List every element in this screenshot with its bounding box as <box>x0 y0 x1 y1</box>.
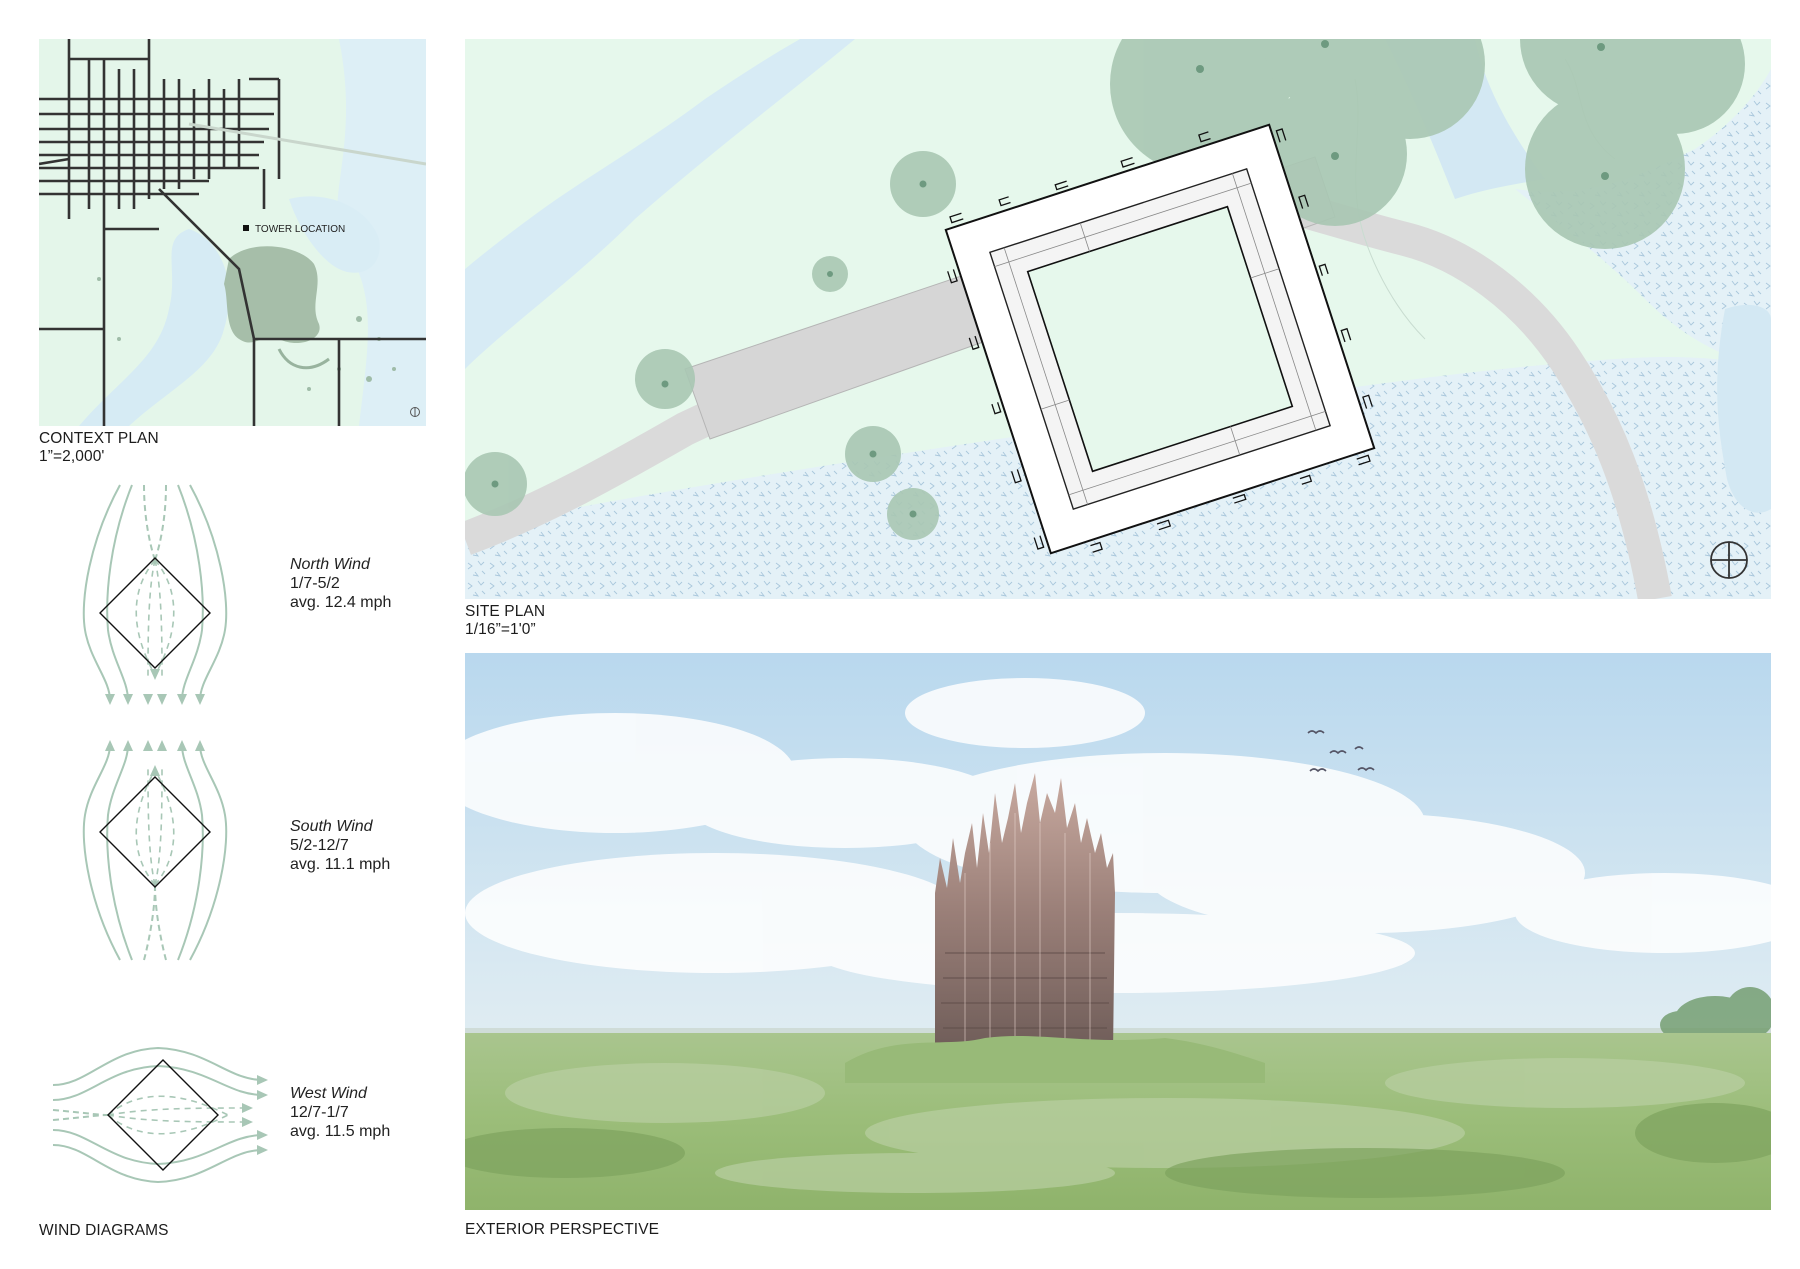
exterior-perspective-render <box>465 653 1771 1210</box>
site-plan-scale: 1/16”=1'0” <box>465 621 536 638</box>
west-wind-text: West Wind 12/7-1/7 avg. 11.5 mph <box>290 1084 390 1141</box>
south-wind-avg: avg. 11.1 mph <box>290 856 391 873</box>
exterior-perspective-title: EXTERIOR PERSPECTIVE <box>465 1221 660 1238</box>
north-arrow-icon <box>1710 541 1748 579</box>
context-plan-svg: TOWER LOCATION <box>39 39 426 426</box>
west-wind-avg: avg. 11.5 mph <box>290 1123 391 1140</box>
site-plan-title: SITE PLAN <box>465 603 546 620</box>
site-plan-caption: SITE PLAN 1/16”=1'0” <box>465 603 545 639</box>
wind-diagrams-caption: WIND DIAGRAMS <box>39 1222 169 1240</box>
wind-diagrams-title: WIND DIAGRAMS <box>39 1222 169 1239</box>
west-wind-svg <box>52 1046 268 1184</box>
south-wind-diagram <box>70 740 240 965</box>
west-wind-diagram <box>48 1040 268 1190</box>
north-wind-diagram <box>70 480 240 705</box>
context-plan-caption: CONTEXT PLAN 1”=2,000' <box>39 430 159 466</box>
west-wind-name: West Wind <box>290 1085 367 1102</box>
north-wind-name: North Wind <box>290 556 370 573</box>
context-plan-map: TOWER LOCATION <box>39 39 426 426</box>
north-wind-dates: 1/7-5/2 <box>290 575 340 592</box>
south-wind-dates: 5/2-12/7 <box>290 837 349 854</box>
north-wind-avg: avg. 12.4 mph <box>290 594 392 611</box>
south-wind-text: South Wind 5/2-12/7 avg. 11.1 mph <box>290 817 390 874</box>
context-plan-title: CONTEXT PLAN <box>39 430 159 447</box>
context-plan-scale: 1”=2,000' <box>39 448 105 465</box>
site-plan-map <box>465 39 1771 599</box>
west-wind-dates: 12/7-1/7 <box>290 1104 349 1121</box>
south-wind-name: South Wind <box>290 818 373 835</box>
north-wind-svg <box>82 484 228 705</box>
exterior-perspective-svg <box>465 653 1771 1210</box>
site-plan-svg <box>465 39 1771 599</box>
exterior-perspective-caption: EXTERIOR PERSPECTIVE <box>465 1221 659 1239</box>
south-wind-svg <box>82 740 228 961</box>
tower-location-label: TOWER LOCATION <box>255 224 345 235</box>
north-wind-text: North Wind 1/7-5/2 avg. 12.4 mph <box>290 555 391 612</box>
